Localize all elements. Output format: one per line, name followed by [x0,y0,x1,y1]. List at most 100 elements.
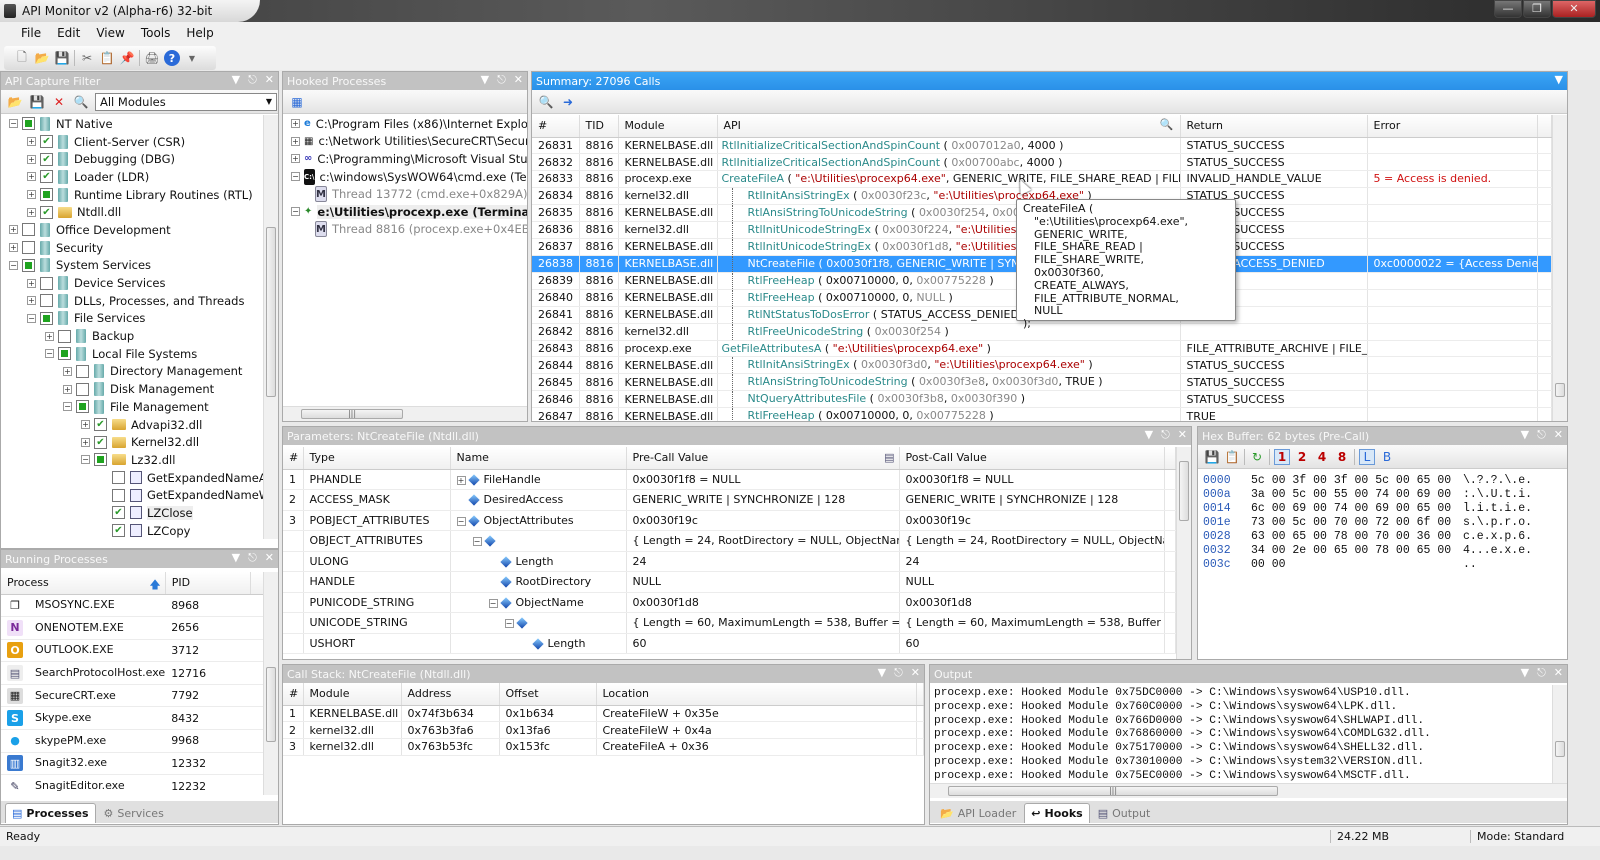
column-header-return[interactable]: Return [1180,115,1368,138]
checkbox[interactable]: ✔ [40,152,53,166]
expand-icon[interactable]: + [27,207,36,217]
api-call-row[interactable]: 26846 8816 KERNELBASE.dll NtQueryAttributes… [532,390,1552,409]
expand-icon[interactable]: + [9,225,18,235]
expand-icon[interactable]: + [63,384,72,394]
checkbox[interactable] [76,364,89,378]
pin-icon[interactable]: ⎋ [1537,428,1546,442]
close-icon[interactable]: ✕ [911,666,920,680]
little-endian-icon[interactable]: L [1359,448,1375,465]
hooked-process-item[interactable]: + ▦ c:\Network Utilities\SecureCRT\SecureC… [291,133,527,151]
expand-icon[interactable]: + [27,137,36,147]
close-icon[interactable]: ✕ [1554,666,1563,680]
checkbox[interactable]: ✔ [40,135,53,149]
go-to-icon[interactable]: ➜ [560,94,576,110]
close-icon[interactable]: ✕ [1554,428,1563,442]
save-icon[interactable]: 💾 [1204,449,1220,465]
parameter-row[interactable]: UNICODE_STRING − { Length = 60, MaximumLen… [283,612,1176,634]
copy-icon[interactable]: 📋 [99,50,115,66]
dropdown-icon[interactable]: ▼ [1555,73,1563,86]
close-icon[interactable]: ✕ [265,551,274,565]
filter-tree-item[interactable]: ✔ LZClose [9,504,263,522]
help-icon[interactable]: ? [164,50,180,66]
column-header-name[interactable]: Name [450,447,627,470]
output-vscrollbar[interactable] [1552,685,1567,783]
hooked-process-item[interactable]: −C:\ c:\windows\SysWOW64\cmd.exe (Termina… [291,168,527,186]
new-icon[interactable]: 🗋 [14,50,30,66]
filter-tree-item[interactable]: − NT Native [9,115,263,133]
api-call-row[interactable]: 26847 8816 KERNELBASE.dll RtlFreeHeap ( 0x0… [532,407,1552,421]
process-row[interactable]: ▥ Snagit32.exe 12332 [1,752,265,776]
checkbox[interactable] [40,276,53,290]
expand-icon[interactable]: + [27,278,36,288]
api-call-row[interactable]: 26844 8816 KERNELBASE.dll RtlInitAnsiString… [532,356,1552,375]
menu-tools[interactable]: Tools [134,24,178,42]
dropdown-icon[interactable]: ▼ [1521,428,1529,442]
open-folder-icon[interactable]: 📂 [7,94,23,110]
cut-icon[interactable]: ✂ [79,50,95,66]
big-endian-icon[interactable]: B [1379,449,1395,465]
pin-icon[interactable]: ⎋ [248,73,257,87]
open-icon[interactable]: 📂 [34,50,50,66]
expand-icon[interactable]: + [45,331,54,341]
filter-tree-item[interactable]: + Backup [9,327,263,345]
expand-icon[interactable]: + [81,420,90,430]
collapse-icon[interactable]: − [63,402,72,412]
hooked-process-item[interactable]: + ∞ C:\Programming\Microsoft Visual Studio [291,150,527,168]
dropdown-icon[interactable]: ▼ [481,73,489,87]
process-row[interactable]: S Skype.exe 8432 [1,706,265,731]
api-call-row[interactable]: 26843 8816 procexp.exe GetFileAttributesA (… [532,340,1552,358]
dropdown-icon[interactable]: ▼ [232,551,240,565]
filter-tree-item[interactable]: + ✔ Advapi32.dll [9,416,263,434]
filter-tree-scrollbar[interactable] [263,115,278,539]
filter-tree-item[interactable]: + Directory Management [9,363,263,381]
checkbox[interactable]: ✔ [94,435,107,449]
column-header-error[interactable]: Error [1367,115,1538,138]
checkbox[interactable] [22,241,35,255]
collapse-icon[interactable]: − [9,119,18,129]
byte-2-icon[interactable]: 2 [1294,449,1310,465]
column-header-process[interactable]: Process 🡅 [1,572,166,595]
byte-4-icon[interactable]: 4 [1314,449,1330,465]
find-icon[interactable]: 🔍 [73,94,89,110]
checkbox[interactable] [76,382,89,396]
pin-icon[interactable]: ⎋ [497,73,506,87]
parameter-row[interactable]: OBJECT_ATTRIBUTES − { Length = 24, RootDir… [283,530,1176,552]
collapse-icon[interactable]: − [456,516,466,526]
filter-tree-item[interactable]: + ✔ Kernel32.dll [9,433,263,451]
expand-icon[interactable]: + [27,190,36,200]
dropdown-icon[interactable]: ▼ [1521,666,1529,680]
checkbox[interactable] [112,488,125,502]
collapse-icon[interactable]: − [27,313,36,323]
print-icon[interactable]: 🖨 [144,50,160,66]
checkbox[interactable]: ✔ [40,205,53,219]
filter-tree-item[interactable]: + DLLs, Processes, and Threads [9,292,263,310]
hook-process-icon[interactable]: ▦ [289,94,305,110]
output-hscrollbar[interactable]: ||| [930,783,1567,798]
column-header-number[interactable]: # [283,447,304,470]
filter-tree-item[interactable]: + ✔ Client-Server (CSR) [9,133,263,151]
stack-frame-row[interactable]: 3 kernel32.dll 0x763b53fc 0x153fc CreateFile… [283,738,924,756]
checkbox[interactable] [94,453,107,467]
parameter-row[interactable]: 2 ACCESS_MASK DesiredAccess GENERIC_WRITE |… [283,489,1176,511]
stack-frame-row[interactable]: 2 kernel32.dll 0x763b3fa6 0x13fa6 CreateFile… [283,721,924,739]
tab-output[interactable]: ▤ Output [1092,804,1157,823]
column-header-pre-call[interactable]: Pre-Call Value ▤ [626,447,900,470]
checkbox[interactable] [112,471,125,485]
expand-icon[interactable]: + [9,243,18,253]
filter-tree-item[interactable]: + Runtime Library Routines (RTL) [9,186,263,204]
column-header-pid[interactable]: PID [165,572,251,595]
filter-tree-item[interactable]: − Lz32.dll [9,451,263,469]
tab-processes[interactable]: ▤ Processes [5,803,96,823]
filter-tree-item[interactable]: − File Services [9,310,263,328]
parameters-scrollbar[interactable] [1176,447,1191,659]
process-row[interactable]: ✎ SnagitEditor.exe 12232 [1,774,265,795]
checkbox[interactable] [22,117,35,131]
checkbox[interactable] [58,329,71,343]
expand-icon[interactable]: + [27,296,36,306]
collapse-icon[interactable]: − [488,598,498,608]
toolbar-overflow-icon[interactable]: ▼ [184,50,200,66]
minimize-button[interactable]: — [1494,0,1522,18]
column-header-module[interactable]: Module [618,115,718,138]
pin-icon[interactable]: ⎋ [894,666,903,680]
expand-icon[interactable]: + [27,154,36,164]
